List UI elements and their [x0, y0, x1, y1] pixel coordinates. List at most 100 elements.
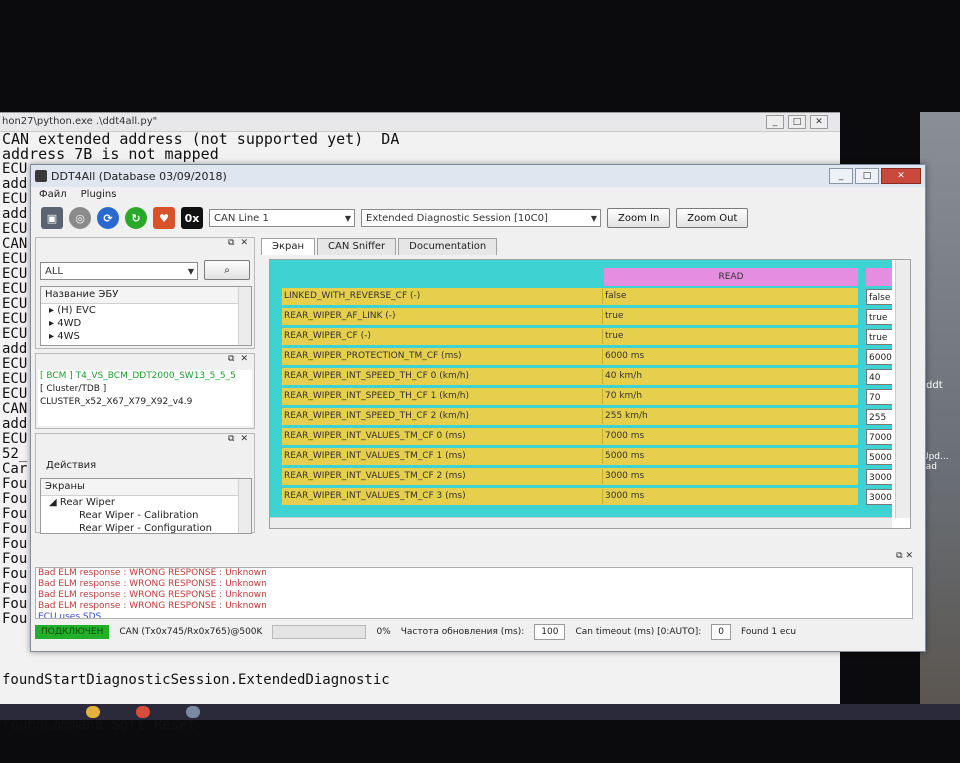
vertical-scrollbar[interactable] — [895, 260, 910, 518]
dock-controls: ⧉ ✕ — [36, 434, 254, 448]
ecu-filter-value: ALL — [45, 266, 63, 277]
tree-item[interactable]: Rear Wiper - Configuration — [41, 522, 251, 533]
parameter-row: REAR_WIPER_PROTECTION_TM_CF (ms) 6000 ms — [282, 348, 858, 365]
window-controls: _ □ ✕ — [829, 168, 921, 184]
parameter-input[interactable]: 6000 — [866, 349, 892, 365]
parameter-value: 255 km/h — [602, 409, 859, 424]
actions-title: Действия — [46, 460, 97, 471]
list-item[interactable]: [ Cluster/TDB ] CLUSTER_x52_X67_X79_X92_… — [38, 383, 252, 407]
zoom-in-button[interactable]: Zoom In — [607, 208, 671, 228]
tab-screen[interactable]: Экран — [261, 238, 316, 255]
parameter-value: true — [602, 329, 859, 344]
ecu-filter-select[interactable]: ALL ▼ — [40, 262, 198, 280]
log-dock-controls: ⧉ ✕ — [896, 551, 913, 561]
parameter-input[interactable]: true — [866, 309, 892, 325]
list-item[interactable]: ▸ 4WD — [41, 317, 251, 330]
progress-bar — [272, 625, 367, 639]
ddt4all-window: DDT4All (Database 03/09/2018) _ □ ✕ Файл… — [30, 164, 926, 652]
hex-icon[interactable]: 0x — [181, 207, 203, 229]
parameter-input[interactable]: 5000 — [866, 449, 892, 465]
monitor-icon[interactable]: ▣ — [41, 207, 63, 229]
window-titlebar: DDT4All (Database 03/09/2018) — [31, 165, 925, 187]
float-icon[interactable]: ⧉ — [228, 434, 234, 448]
user-icon[interactable] — [86, 706, 100, 718]
tab-can-sniffer[interactable]: CAN Sniffer — [317, 238, 397, 255]
menu-bar: Файл Plugins — [31, 187, 925, 203]
close-icon[interactable]: ✕ — [240, 354, 248, 368]
close-icon[interactable]: ✕ — [810, 115, 828, 129]
found-ecu-text: Found 1 ecu — [740, 627, 797, 637]
refresh-icon[interactable]: ⟳ — [97, 207, 119, 229]
close-icon[interactable]: ✕ — [240, 434, 248, 448]
close-icon[interactable]: ✕ — [240, 238, 248, 252]
browser-icon[interactable] — [136, 706, 150, 718]
close-icon[interactable]: ✕ — [881, 168, 921, 184]
parameter-input[interactable]: 255 — [866, 409, 892, 425]
parameter-name: REAR_WIPER_PROTECTION_TM_CF (ms) — [284, 351, 462, 361]
screen-panel: READ LINKED_WITH_REVERSE_CF (-) false fals… — [269, 259, 911, 529]
tree-item[interactable]: Rear Wiper - Calibration — [41, 509, 251, 522]
app-icon[interactable] — [186, 706, 200, 718]
close-icon[interactable]: ✕ — [905, 551, 913, 561]
log-line: Bad ELM response : WRONG RESPONSE : Unkn… — [38, 568, 267, 578]
zoom-out-button[interactable]: Zoom Out — [676, 208, 749, 228]
chevron-down-icon: ▼ — [344, 214, 351, 223]
minimize-icon[interactable]: _ — [766, 115, 784, 129]
parameter-value: 6000 ms — [602, 349, 859, 364]
scan-icon[interactable]: ◎ — [69, 207, 91, 229]
parameter-input[interactable]: 70 — [866, 389, 892, 405]
search-icon: ⌕ — [224, 265, 230, 276]
can-timeout-input[interactable]: 0 — [711, 624, 731, 640]
refresh-label: Частота обновления (ms): — [400, 627, 525, 637]
parameter-input[interactable]: 7000 — [866, 429, 892, 445]
can-line-value: CAN Line 1 — [214, 213, 269, 224]
parameter-input[interactable]: 3000 — [866, 469, 892, 485]
scrollbar[interactable] — [238, 287, 251, 345]
parameter-row: REAR_WIPER_INT_SPEED_TH_CF 0 (km/h) 40 km… — [282, 368, 858, 385]
desktop-label: Upd... rad — [922, 452, 949, 472]
parameter-row: REAR_WIPER_CF (-) true — [282, 328, 858, 345]
float-icon[interactable]: ⧉ — [228, 238, 234, 252]
menu-plugins[interactable]: Plugins — [81, 187, 117, 203]
parameter-input[interactable]: false — [866, 289, 892, 305]
sync-icon[interactable]: ↻ — [125, 207, 147, 229]
list-item[interactable]: ▸ 4WS — [41, 330, 251, 343]
session-value: Extended Diagnostic Session [10C0] — [366, 213, 548, 224]
parameter-input[interactable]: 40 — [866, 369, 892, 385]
list-item[interactable]: [ BCM ] T4_VS_BCM_DDT2000_SW13_5_5_5 — [38, 370, 252, 383]
parameter-value: 40 km/h — [602, 369, 859, 384]
list-item[interactable]: ▸ (H) EVC — [41, 304, 251, 317]
scrollbar[interactable] — [238, 479, 251, 533]
parameter-input[interactable]: 3000 — [866, 489, 892, 505]
refresh-rate-input[interactable]: 100 — [534, 624, 566, 640]
minimize-icon[interactable]: _ — [829, 168, 853, 184]
ecu-list: Название ЭБУ ▸ (H) EVC ▸ 4WD ▸ 4WS — [40, 286, 252, 346]
read-header-edit — [866, 268, 892, 286]
horizontal-scrollbar[interactable] — [270, 517, 892, 528]
timeout-label: Can timeout (ms) [0:AUTO]: — [575, 627, 702, 637]
parameter-row: LINKED_WITH_REVERSE_CF (-) false — [282, 288, 858, 305]
parameter-name: REAR_WIPER_INT_VALUES_TM_CF 1 (ms) — [284, 451, 466, 461]
parameter-name: LINKED_WITH_REVERSE_CF (-) — [284, 291, 421, 301]
tree-item[interactable]: ◢ Rear Wiper — [41, 496, 251, 509]
tab-documentation[interactable]: Documentation — [398, 238, 498, 255]
parameter-value: false — [602, 289, 859, 304]
ecu-dock: ⧉ ✕ ALL ▼ ⌕ Название ЭБУ ▸ (H) EVC ▸ 4WD … — [35, 237, 255, 349]
session-select[interactable]: Extended Diagnostic Session [10C0] ▼ — [361, 209, 601, 227]
float-icon[interactable]: ⧉ — [896, 551, 902, 561]
parameter-input[interactable]: true — [866, 329, 892, 345]
parameter-name: REAR_WIPER_INT_SPEED_TH_CF 0 (km/h) — [284, 371, 470, 381]
maximize-icon[interactable]: □ — [855, 168, 879, 184]
heartbeat-icon[interactable]: ♥ — [153, 207, 175, 229]
selected-ecu-dock: ⧉ ✕ [ BCM ] T4_VS_BCM_DDT2000_SW13_5_5_5 … — [35, 353, 255, 429]
parameter-name: REAR_WIPER_INT_SPEED_TH_CF 1 (km/h) — [284, 391, 470, 401]
parameter-row: REAR_WIPER_INT_VALUES_TM_CF 1 (ms) 5000 m… — [282, 448, 858, 465]
search-button[interactable]: ⌕ — [204, 260, 250, 280]
parameter-name: REAR_WIPER_INT_SPEED_TH_CF 2 (km/h) — [284, 411, 470, 421]
log-line: Bad ELM response : WRONG RESPONSE : Unkn… — [38, 590, 267, 600]
can-line-select[interactable]: CAN Line 1 ▼ — [209, 209, 355, 227]
maximize-icon[interactable]: □ — [788, 115, 806, 129]
float-icon[interactable]: ⧉ — [228, 354, 234, 368]
selected-ecu-list: [ BCM ] T4_VS_BCM_DDT2000_SW13_5_5_5 [ C… — [38, 370, 252, 426]
menu-file[interactable]: Файл — [39, 187, 67, 203]
